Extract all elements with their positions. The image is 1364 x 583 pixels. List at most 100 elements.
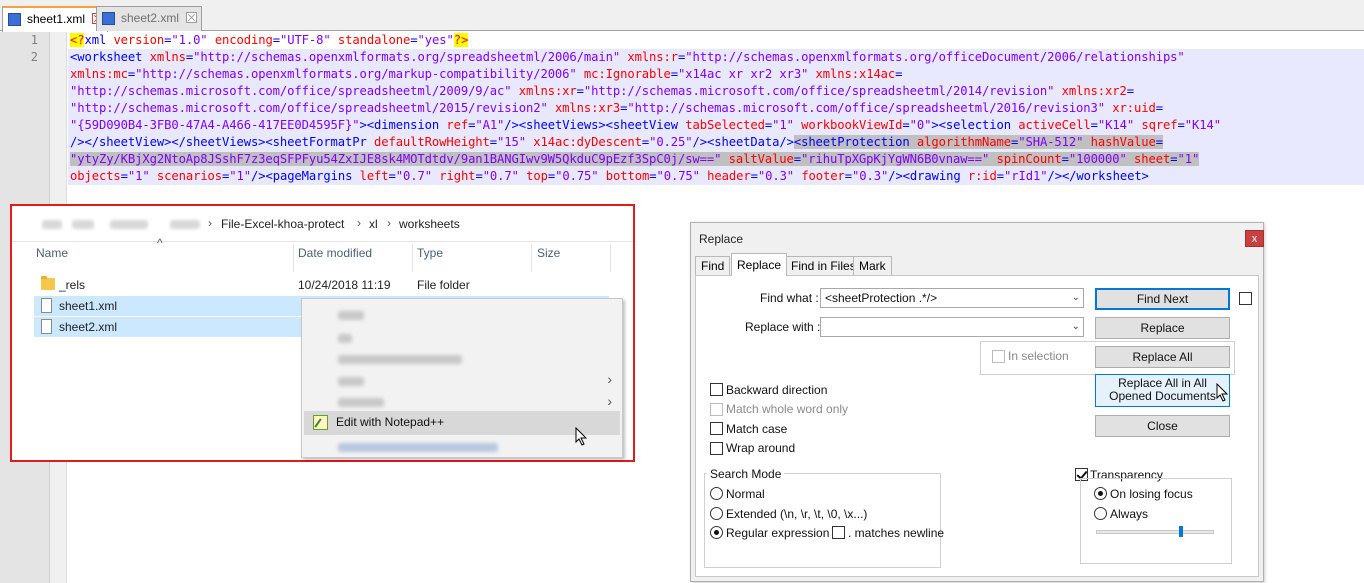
- code-line[interactable]: <worksheet xmlns="http://schemas.openxml…: [68, 49, 1364, 66]
- replace-button[interactable]: Replace: [1095, 317, 1230, 339]
- code-token: ?>: [453, 33, 469, 47]
- match-case-checkbox[interactable]: [710, 422, 723, 435]
- replace-all-opened-button[interactable]: Replace All in All Opened Documents: [1095, 374, 1230, 407]
- mouse-cursor-icon: [1216, 383, 1229, 402]
- code-token: [1126, 152, 1135, 166]
- blurred-menu-item[interactable]: [338, 398, 384, 407]
- breadcrumb-item[interactable]: worksheets: [399, 217, 460, 231]
- code-line[interactable]: "ytyZy/KBjXg2NtoAp8JSshF7z3eqSFPFyu54ZxI…: [68, 151, 1364, 168]
- tab-sheet2[interactable]: sheet2.xml: [96, 6, 203, 31]
- code-token: "http://schemas.openxmlformats.org/offic…: [685, 50, 1185, 64]
- menu-item-label: Edit with Notepad++: [336, 415, 445, 429]
- in-selection-checkbox[interactable]: [992, 350, 1005, 363]
- code-token: =: [895, 67, 903, 81]
- wrap-around-checkbox[interactable]: [710, 442, 723, 455]
- code-token: =: [475, 169, 483, 183]
- column-header-name[interactable]: Name: [36, 246, 68, 270]
- code-token: =: [272, 33, 280, 47]
- code-token: =: [641, 135, 650, 149]
- code-token: left: [359, 169, 389, 183]
- find-next-button[interactable]: Find Next: [1095, 288, 1230, 310]
- code-line[interactable]: xmlns:mc = "http://schemas.openxmlformats.…: [68, 66, 1364, 83]
- code-token: standalone: [337, 33, 411, 47]
- find-what-input[interactable]: <sheetProtection .*/> ⌄: [820, 288, 1084, 308]
- search-mode-title: Search Mode: [707, 467, 785, 481]
- code-token: /><sheetData/>: [692, 135, 794, 149]
- blurred-menu-item[interactable]: [338, 311, 364, 320]
- find-next-extra-checkbox[interactable]: [1239, 292, 1252, 305]
- breadcrumb-item[interactable]: xl: [369, 217, 378, 231]
- code-line[interactable]: objects="1" scenarios="1"/><pageMargins …: [68, 168, 1364, 185]
- code-token: /><sheetViews><sheetView: [504, 118, 686, 132]
- tab-replace[interactable]: Replace: [731, 253, 788, 276]
- code-token: xmlns:mc: [70, 67, 128, 81]
- code-token: mc:Ignorable: [583, 67, 671, 81]
- blurred-menu-item[interactable]: [338, 355, 462, 364]
- file-icon: [41, 298, 52, 313]
- column-header-size[interactable]: Size: [537, 246, 560, 270]
- code-token: "http://schemas.microsoft.com/office/spr…: [70, 84, 512, 98]
- code-token: "100000": [1068, 152, 1127, 166]
- extended-radio[interactable]: [710, 507, 723, 520]
- code-token: sqref: [1141, 118, 1178, 132]
- replace-with-input[interactable]: ⌄: [820, 317, 1084, 337]
- code-token: objects: [70, 169, 121, 183]
- code-line[interactable]: "http://schemas.microsoft.com/office/spr…: [68, 83, 1364, 100]
- column-header-type[interactable]: Type: [417, 246, 443, 270]
- tab-sheet1[interactable]: sheet1.xml: [2, 6, 109, 32]
- code-token: "UTF-8": [279, 33, 331, 47]
- code-token: xmlns:xr3: [554, 101, 621, 115]
- code-token: "0.25": [649, 135, 693, 149]
- on-losing-focus-radio[interactable]: [1094, 487, 1107, 500]
- dialog-title: Replace: [699, 232, 744, 246]
- close-tab-icon[interactable]: [186, 12, 198, 23]
- close-icon[interactable]: x: [1245, 230, 1264, 247]
- regex-radio[interactable]: [710, 526, 723, 539]
- menu-item-edit-with-notepadpp[interactable]: Edit with Notepad++: [304, 411, 620, 435]
- breadcrumb[interactable]: › File-Excel-khoa-protect › xl › workshe…: [12, 206, 633, 242]
- blurred-menu-item[interactable]: [338, 443, 498, 452]
- matches-newline-checkbox[interactable]: [832, 526, 845, 539]
- column-divider[interactable]: [293, 244, 294, 272]
- code-text[interactable]: <?xml version="1.0" encoding="UTF-8" sta…: [68, 32, 1364, 185]
- file-saved-icon: [102, 12, 115, 25]
- replace-all-button[interactable]: Replace All: [1095, 346, 1230, 368]
- code-token: bottom: [605, 169, 650, 183]
- code-token: "yes": [417, 33, 454, 47]
- blurred-menu-item[interactable]: [338, 334, 352, 343]
- tab-find[interactable]: Find: [695, 256, 731, 275]
- tab-find-in-files[interactable]: Find in Files: [785, 256, 862, 275]
- column-header-date[interactable]: Date modified: [298, 246, 372, 270]
- column-divider[interactable]: [531, 244, 532, 272]
- code-line[interactable]: "{59D090B4-3FB0-47A4-A466-417EE0D4595F}"…: [68, 117, 1364, 134]
- backward-direction-checkbox[interactable]: [710, 383, 723, 396]
- normal-radio[interactable]: [710, 487, 723, 500]
- breadcrumb-item[interactable]: File-Excel-khoa-protect: [221, 217, 344, 231]
- code-token: =: [1155, 135, 1164, 149]
- column-divider[interactable]: [412, 244, 413, 272]
- code-line[interactable]: "http://schemas.microsoft.com/office/spr…: [68, 100, 1364, 117]
- slider-thumb[interactable]: [1179, 526, 1183, 537]
- file-saved-icon: [8, 13, 21, 26]
- find-what-label: Find what :: [760, 291, 819, 305]
- transparency-slider[interactable]: [1096, 526, 1214, 537]
- code-token: "http://schemas.openxmlformats.org/marku…: [135, 67, 577, 81]
- always-radio[interactable]: [1094, 507, 1107, 520]
- chevron-down-icon[interactable]: ⌄: [1072, 289, 1080, 307]
- match-whole-word-checkbox[interactable]: [710, 403, 723, 416]
- code-token: right: [439, 169, 476, 183]
- submenu-arrow-icon: ›: [607, 393, 612, 409]
- chevron-down-icon[interactable]: ⌄: [1072, 318, 1080, 336]
- blurred-menu-item[interactable]: [338, 377, 364, 386]
- code-line[interactable]: <?xml version="1.0" encoding="UTF-8" sta…: [68, 32, 1364, 49]
- file-row[interactable]: _rels 10/24/2018 11:19 File folder: [34, 275, 609, 295]
- code-token: =: [1126, 84, 1134, 98]
- code-line[interactable]: /></sheetView></sheetViews><sheetFormatP…: [68, 134, 1364, 151]
- match-whole-word-label: Match whole word only: [726, 402, 849, 416]
- close-button[interactable]: Close: [1095, 415, 1230, 437]
- code-token: "0": [909, 118, 932, 132]
- column-divider[interactable]: [610, 244, 611, 272]
- tab-mark[interactable]: Mark: [853, 256, 892, 275]
